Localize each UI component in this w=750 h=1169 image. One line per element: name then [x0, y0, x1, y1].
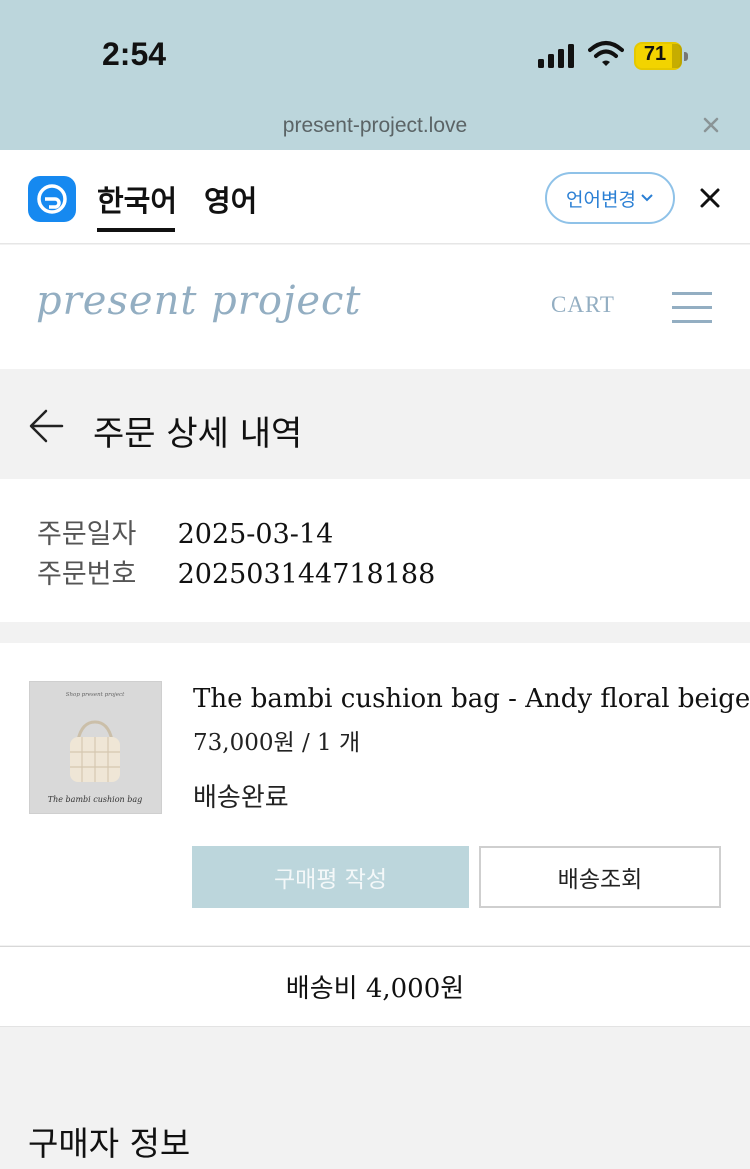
change-language-button[interactable]: 언어변경 — [545, 172, 675, 224]
active-tab-indicator — [97, 228, 175, 232]
buyer-info-title: 구매자 정보 — [28, 1124, 191, 1163]
thumbnail-caption-top: Shop present project — [66, 692, 125, 698]
cart-link[interactable]: CART — [551, 292, 615, 318]
chevron-down-icon — [641, 194, 653, 202]
close-translate-icon[interactable] — [698, 186, 722, 210]
product-price-quantity: 73,000원 / 1 개 — [193, 730, 361, 756]
delivery-status: 배송완료 — [193, 783, 289, 813]
translate-bar: 한국어 영어 언어변경 — [0, 150, 750, 244]
shipping-fee: 배송비 4,000원 — [0, 946, 750, 1026]
url-text[interactable]: present-project.love — [0, 114, 750, 138]
battery-icon: 71 — [634, 42, 688, 70]
order-number-row: 주문번호 202503144718188 — [37, 552, 435, 591]
write-review-button[interactable]: 구매평 작성 — [192, 846, 469, 908]
close-icon[interactable] — [698, 112, 724, 138]
language-tab-english[interactable]: 영어 — [204, 178, 257, 220]
status-time: 2:54 — [102, 36, 167, 72]
track-delivery-button[interactable]: 배송조회 — [479, 846, 721, 908]
product-name[interactable]: The bambi cushion bag - Andy floral beig… — [193, 684, 750, 714]
hamburger-menu-icon[interactable] — [672, 290, 712, 324]
order-date-value: 2025-03-14 — [177, 519, 334, 550]
order-date-label: 주문일자 — [37, 519, 137, 550]
back-arrow-icon[interactable] — [28, 408, 64, 444]
section-divider — [0, 1026, 750, 1027]
change-language-label: 언어변경 — [566, 188, 636, 211]
signal-icon — [538, 44, 574, 68]
page-title: 주문 상세 내역 — [93, 414, 303, 454]
site-logo[interactable]: present project — [36, 278, 362, 324]
product-thumbnail[interactable]: Shop present project The bambi cushion b… — [29, 681, 162, 814]
thumbnail-caption: The bambi cushion bag — [48, 795, 142, 804]
wifi-icon — [588, 41, 624, 66]
translate-logo-icon — [28, 176, 76, 222]
order-date-row: 주문일자 2025-03-14 — [37, 512, 333, 551]
order-number-label: 주문번호 — [37, 559, 137, 590]
order-number-value: 202503144718188 — [177, 559, 436, 590]
battery-level: 71 — [643, 43, 667, 65]
language-tab-korean[interactable]: 한국어 — [97, 178, 177, 220]
